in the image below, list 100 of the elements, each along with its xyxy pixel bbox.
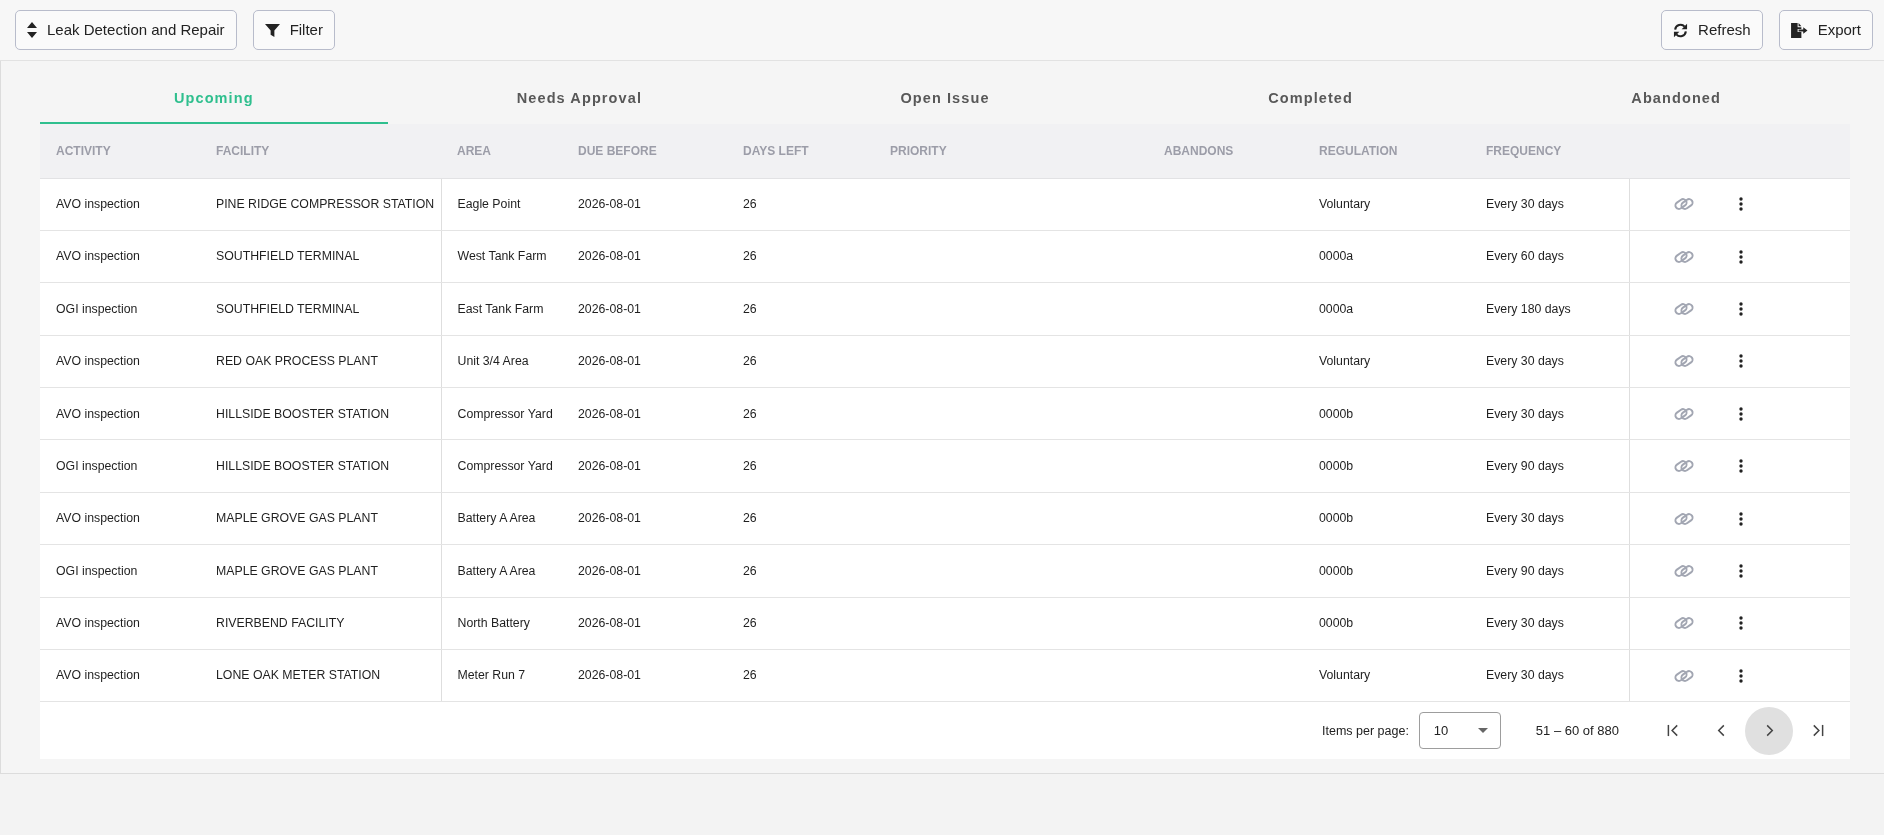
export-button[interactable]: Export [1778,10,1873,50]
frequency-cell: Every 60 days [1470,230,1629,283]
regulation-cell: 0000a [1303,282,1470,336]
frequency-cell: Every 30 days [1470,649,1629,702]
tab[interactable]: Open Issue [771,61,1119,124]
area-cell: Meter Run 7 [441,649,562,702]
facility-cell: MAPLE GROVE GAS PLANT [200,544,441,598]
facility-cell: HILLSIDE BOOSTER STATION [200,439,441,493]
link-icon[interactable] [1672,562,1695,579]
days-left-cell: 26 [727,282,874,336]
more-options-icon[interactable] [1739,459,1743,474]
frequency-cell: Every 30 days [1470,597,1629,650]
facility-cell: RED OAK PROCESS PLANT [200,335,441,388]
more-options-icon[interactable] [1739,668,1743,683]
column-header: AREA [441,124,562,178]
activity-cell: OGI inspection [40,439,200,493]
program-select-button[interactable]: Leak Detection and Repair [15,10,237,50]
frequency-cell: Every 90 days [1470,544,1629,598]
days-left-cell: 26 [727,544,874,598]
area-cell: Eagle Point [441,178,562,231]
due-date-cell: 2026-08-01 [562,439,727,493]
regulation-cell: Voluntary [1303,335,1470,388]
frequency-cell: Every 30 days [1470,387,1629,440]
link-icon[interactable] [1672,196,1695,213]
link-icon[interactable] [1672,615,1695,632]
days-left-cell: 26 [727,335,874,388]
first-page-icon [1666,724,1680,738]
more-options-icon[interactable] [1739,197,1743,212]
area-cell: West Tank Farm [441,230,562,283]
days-left-cell: 26 [727,492,874,545]
more-options-icon[interactable] [1739,301,1743,316]
filter-icon [264,22,280,38]
area-cell: Unit 3/4 Area [441,335,562,388]
days-left-cell: 26 [727,597,874,650]
refresh-icon [1673,22,1689,38]
column-header: DUE BEFORE [562,124,727,178]
area-cell: East Tank Farm [441,282,562,336]
column-header: DAYS LEFT [727,124,874,178]
activity-cell: AVO inspection [40,335,200,388]
link-icon[interactable] [1672,667,1695,684]
activity-cell: AVO inspection [40,387,200,440]
items-per-page-select[interactable]: 10 [1418,712,1501,750]
link-icon[interactable] [1672,405,1695,422]
frequency-cell: Every 30 days [1470,178,1629,231]
regulation-cell: Voluntary [1303,649,1470,702]
more-options-icon[interactable] [1739,563,1743,578]
more-options-icon[interactable] [1739,511,1743,526]
column-header: PRIORITY [874,124,1148,178]
link-icon[interactable] [1672,353,1695,370]
refresh-button[interactable]: Refresh [1661,10,1763,50]
facility-cell: RIVERBEND FACILITY [200,597,441,650]
regulation-cell: 0000a [1303,230,1470,283]
regulation-cell: 0000b [1303,597,1470,650]
more-options-icon[interactable] [1739,249,1743,264]
due-date-cell: 2026-08-01 [562,387,727,440]
more-options-icon[interactable] [1739,354,1743,369]
tab[interactable]: Needs Approval [405,61,754,124]
column-header: FREQUENCY [1470,124,1629,178]
facility-cell: HILLSIDE BOOSTER STATION [200,387,441,440]
due-date-cell: 2026-08-01 [562,335,727,388]
page-range-text: 51 – 60 of 880 [1535,722,1619,741]
activity-cell: AVO inspection [40,649,200,702]
days-left-cell: 26 [727,387,874,440]
link-icon[interactable] [1672,458,1695,475]
next-page-button[interactable] [1745,706,1793,755]
tab[interactable]: Completed [1136,61,1485,124]
area-cell: Compressor Yard [441,387,562,440]
sort-icon [27,22,37,38]
area-cell: Compressor Yard [441,439,562,493]
activity-cell: AVO inspection [40,230,200,283]
tab[interactable]: Abandoned [1502,61,1850,124]
link-icon[interactable] [1672,300,1695,317]
area-cell: North Battery [441,597,562,650]
activity-cell: AVO inspection [40,178,200,231]
frequency-cell: Every 180 days [1470,282,1629,336]
days-left-cell: 26 [727,178,874,231]
frequency-cell: Every 30 days [1470,335,1629,388]
regulation-cell: 0000b [1303,387,1470,440]
filter-button[interactable]: Filter [252,10,335,50]
area-cell: Battery A Area [441,492,562,545]
due-date-cell: 2026-08-01 [562,597,727,650]
days-left-cell: 26 [727,230,874,283]
file-export-icon [1790,22,1808,38]
due-date-cell: 2026-08-01 [562,649,727,702]
facility-cell: PINE RIDGE COMPRESSOR STATION [200,178,441,231]
due-date-cell: 2026-08-01 [562,230,727,283]
facility-cell: LONE OAK METER STATION [200,649,441,702]
more-options-icon[interactable] [1739,616,1743,631]
link-icon[interactable] [1672,510,1695,527]
facility-cell: MAPLE GROVE GAS PLANT [200,492,441,545]
column-header: ACTIVITY [40,124,200,178]
regulation-cell: 0000b [1303,544,1470,598]
link-icon[interactable] [1672,248,1695,265]
frequency-cell: Every 30 days [1470,492,1629,545]
activity-cell: OGI inspection [40,544,200,598]
more-options-icon[interactable] [1739,406,1743,421]
due-date-cell: 2026-08-01 [562,282,727,336]
activity-cell: AVO inspection [40,597,200,650]
column-header: FACILITY [200,124,441,178]
activity-cell: OGI inspection [40,282,200,336]
